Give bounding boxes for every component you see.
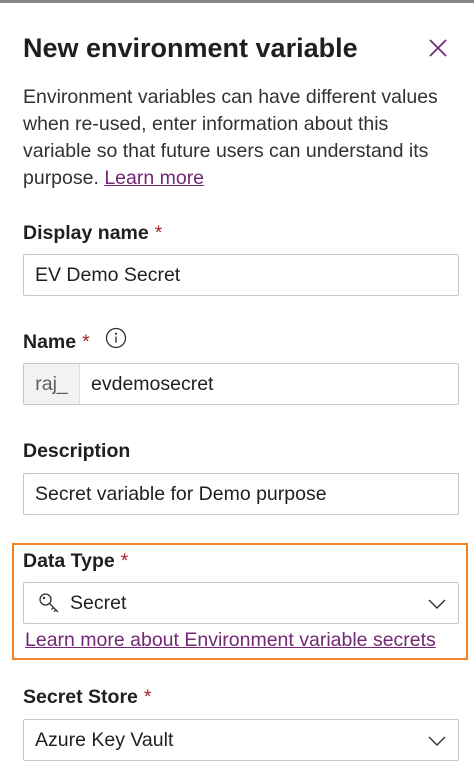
data-type-label-text: Data Type bbox=[23, 550, 115, 572]
data-type-dropdown[interactable]: Secret bbox=[23, 582, 459, 624]
required-indicator: * bbox=[154, 222, 163, 244]
intro-text: Environment variables can have different… bbox=[23, 86, 438, 189]
secret-store-label-text: Secret Store bbox=[23, 686, 138, 708]
description-label-text: Description bbox=[23, 440, 131, 462]
info-icon[interactable] bbox=[105, 327, 127, 349]
description-field[interactable]: Secret variable for Demo purpose bbox=[23, 473, 459, 515]
chevron-down-icon bbox=[428, 736, 446, 746]
intro-description: Environment variables can have different… bbox=[23, 84, 453, 192]
secret-store-label: Secret Store * bbox=[23, 684, 151, 710]
secrets-learn-more-link[interactable]: Learn more about Environment variable se… bbox=[25, 627, 436, 653]
description-value: Secret variable for Demo purpose bbox=[35, 482, 327, 505]
name-value: evdemosecret bbox=[91, 372, 214, 395]
name-label: Name * bbox=[23, 329, 90, 355]
data-type-value: Secret bbox=[70, 591, 127, 614]
name-label-text: Name bbox=[23, 331, 77, 353]
secret-store-dropdown[interactable]: Azure Key Vault bbox=[23, 719, 459, 761]
panel-top-border bbox=[0, 0, 474, 3]
required-indicator: * bbox=[82, 331, 90, 353]
name-prefix: raj_ bbox=[24, 364, 80, 404]
required-indicator: * bbox=[120, 550, 129, 572]
key-icon bbox=[39, 593, 59, 613]
required-indicator: * bbox=[143, 686, 152, 708]
display-name-value: EV Demo Secret bbox=[35, 263, 181, 286]
chevron-down-icon bbox=[428, 599, 446, 609]
close-button[interactable] bbox=[422, 32, 454, 64]
panel-title: New environment variable bbox=[23, 33, 358, 63]
display-name-field[interactable]: EV Demo Secret bbox=[23, 254, 459, 296]
display-name-label-text: Display name bbox=[23, 222, 149, 244]
close-icon bbox=[429, 39, 447, 57]
description-label: Description bbox=[23, 438, 130, 464]
name-field[interactable]: raj_ evdemosecret bbox=[23, 363, 459, 405]
learn-more-link[interactable]: Learn more bbox=[104, 167, 204, 189]
secret-store-value: Azure Key Vault bbox=[35, 728, 174, 751]
display-name-label: Display name * bbox=[23, 220, 162, 246]
data-type-label: Data Type * bbox=[23, 548, 128, 574]
